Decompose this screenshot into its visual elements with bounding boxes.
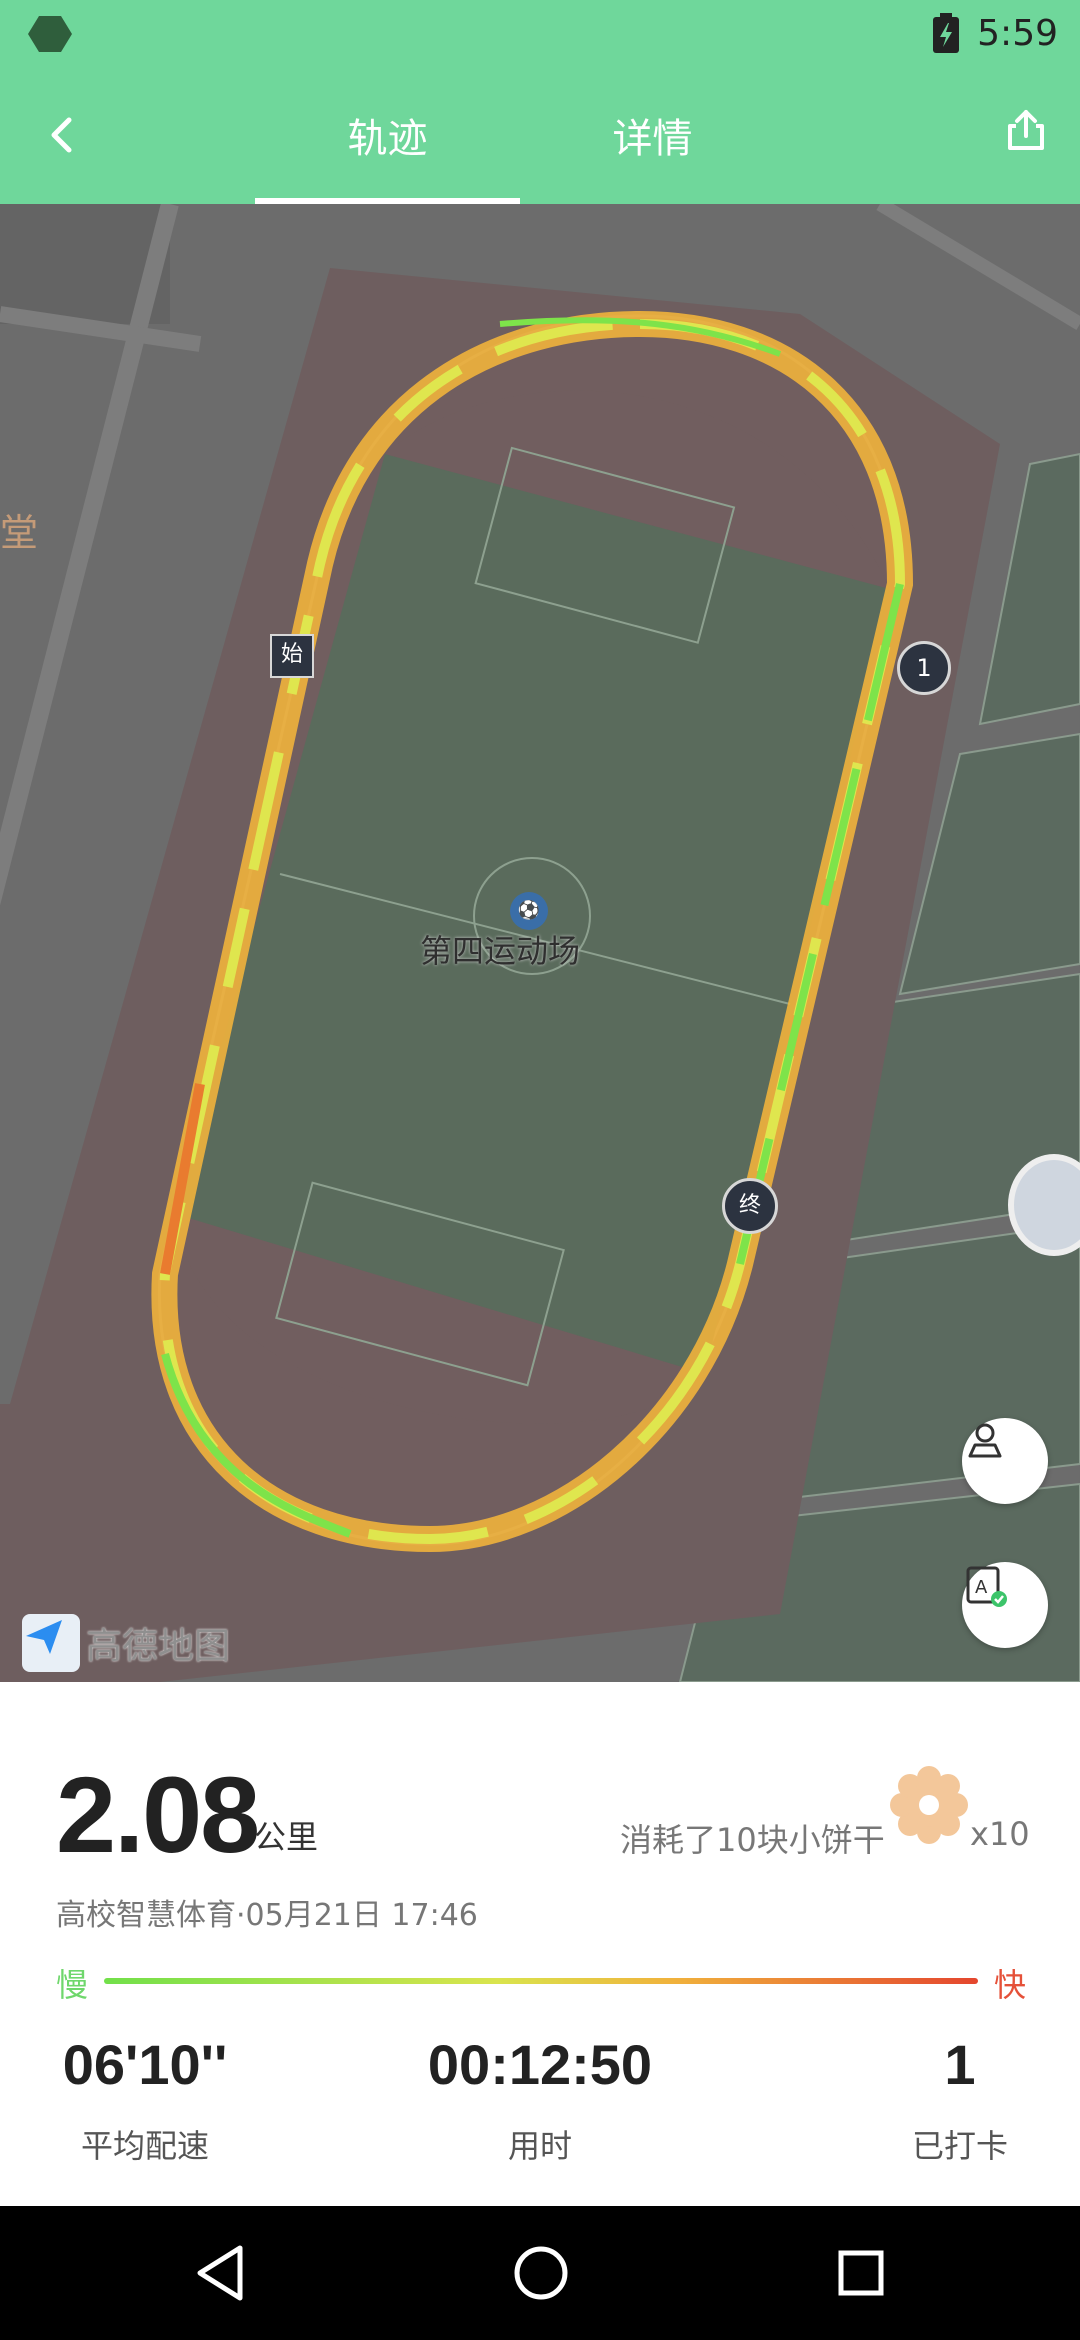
map-view[interactable]: 堂 ⚽ 第四运动场 始 1 终 A 高德地图: [0, 204, 1080, 1682]
nav-home-icon[interactable]: [506, 2240, 576, 2306]
nav-recents-icon[interactable]: [826, 2240, 896, 2306]
person-pin-icon: [968, 1423, 1002, 1458]
app-bar: 轨迹 详情: [0, 66, 1080, 204]
pace-label: 平均配速: [80, 2127, 209, 2165]
cookies-text: 消耗了10块小饼干: [620, 1821, 885, 1859]
amap-plane-icon: [22, 1614, 80, 1672]
map-annotation-button[interactable]: A: [962, 1562, 1048, 1648]
tab-track[interactable]: 轨迹: [255, 66, 520, 204]
amap-logo: 高德地图: [22, 1614, 230, 1672]
fast-label: 快: [994, 1966, 1027, 2004]
svg-text:A: A: [975, 1577, 988, 1598]
battery-charging-icon: [933, 13, 960, 53]
venue-label: 第四运动场: [420, 932, 581, 970]
checkins-label: 已打卡: [911, 2127, 1008, 2165]
back-arrow-icon[interactable]: [40, 112, 86, 158]
distance-unit: 公里: [254, 1818, 319, 1856]
status-bar: 5:59: [0, 0, 1080, 66]
app-hexagon-icon: [28, 16, 72, 52]
start-marker[interactable]: 始: [270, 634, 314, 678]
lap-marker[interactable]: 1: [897, 641, 951, 695]
end-marker[interactable]: 终: [722, 1178, 778, 1234]
venue-icon: ⚽: [510, 892, 548, 930]
checkins-value: 1: [944, 2033, 976, 2096]
summary-panel: 2.08 公里 消耗了10块小饼干 x10 高校智慧体育·05月21日 17:4…: [0, 1682, 1080, 2206]
stat-duration: 00:12:50 用时: [425, 2032, 655, 2167]
slow-label: 慢: [56, 1966, 89, 2004]
cookie-icon: [890, 1766, 968, 1844]
source-datetime: 高校智慧体育·05月21日 17:46: [56, 1898, 478, 1933]
stat-checkins: 1 已打卡: [880, 2032, 1040, 2167]
distance-value: 2.08: [56, 1754, 260, 1875]
duration-value: 00:12:50: [427, 2033, 653, 2096]
duration-label: 用时: [507, 2127, 572, 2165]
system-nav-bar: [0, 2206, 1080, 2340]
nav-back-icon[interactable]: [186, 2240, 256, 2306]
cookies-multiplier: x10: [970, 1815, 1030, 1853]
status-time: 5:59: [977, 12, 1058, 54]
stat-pace: 06'10'' 平均配速: [40, 2032, 250, 2167]
speed-legend-bar: [104, 1978, 978, 1984]
map-check-icon: A: [966, 1566, 1007, 1607]
amap-text: 高德地图: [86, 1626, 231, 1667]
pace-value: 06'10'': [62, 2033, 228, 2096]
tab-details[interactable]: 详情: [520, 66, 785, 204]
share-icon[interactable]: [1002, 106, 1050, 154]
locate-person-button[interactable]: [962, 1418, 1048, 1504]
map-side-label: 堂: [0, 511, 39, 555]
